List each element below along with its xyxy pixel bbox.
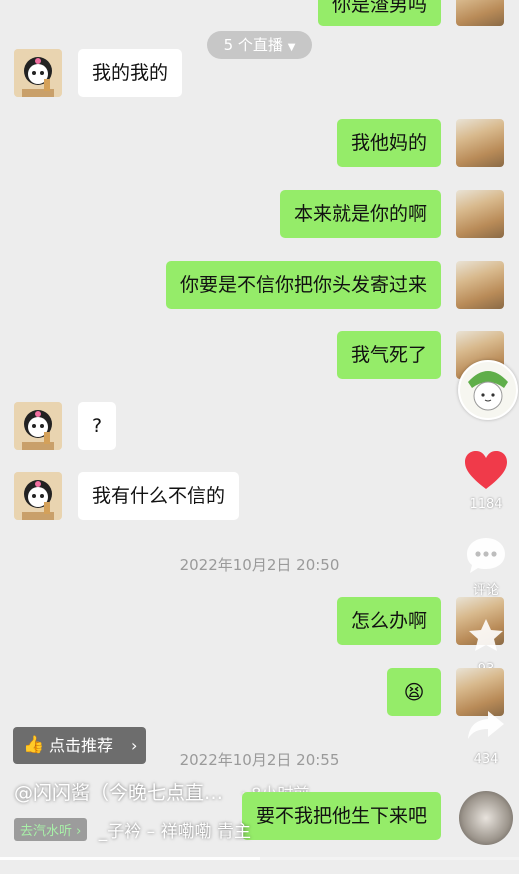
avatar-lion[interactable] xyxy=(456,190,504,238)
chevron-right-icon: › xyxy=(72,824,82,839)
progress-fill xyxy=(0,857,260,860)
avatar-kuromi[interactable] xyxy=(14,402,62,450)
message-text: 我他妈的 xyxy=(350,132,427,154)
message-text: 你是渣男吗 xyxy=(331,0,427,16)
avatar-lion[interactable] xyxy=(456,119,504,167)
music-tag[interactable]: 去汽水听 › xyxy=(14,818,88,841)
message-text: ? xyxy=(92,415,103,437)
comment-label: 评论 xyxy=(472,583,499,598)
caption-text: @闪闪酱（今晚七点直… xyxy=(14,782,224,804)
like-button[interactable] xyxy=(463,449,509,493)
favorite-button[interactable] xyxy=(466,616,506,656)
music-disc[interactable] xyxy=(459,791,513,845)
music-tag-label: 去汽水听 xyxy=(20,824,73,839)
like-count: 1184 xyxy=(469,497,503,512)
message-text: 本来就是你的啊 xyxy=(293,203,427,225)
share-button[interactable] xyxy=(466,705,506,745)
avatar-lion[interactable] xyxy=(456,261,504,309)
timestamp: 2022年10月2日 20:55 xyxy=(179,751,340,769)
message-bubble[interactable]: 本来就是你的啊 xyxy=(279,190,441,238)
message-bubble[interactable]: 我有什么不信的 xyxy=(78,472,240,520)
message-bubble[interactable]: 我气死了 xyxy=(336,331,441,379)
live-count-pill[interactable]: 5 个直播 ▼ xyxy=(207,31,312,59)
emoji-tired-face: 😫 xyxy=(403,680,425,704)
music-title: _子衿 – 祥嘞嘞 青主 xyxy=(98,822,251,842)
avatar-kuromi[interactable] xyxy=(14,49,62,97)
message-text: 你要是不信你把你头发寄过来 xyxy=(179,274,427,296)
message-text: 我有什么不信的 xyxy=(92,485,226,507)
message-text: 我的我的 xyxy=(92,62,169,84)
progress-bar[interactable] xyxy=(0,857,519,860)
message-bubble[interactable]: 你要是不信你把你头发寄过来 xyxy=(165,261,441,309)
message-bubble[interactable]: 我他妈的 xyxy=(336,119,441,167)
avatar-kuromi[interactable] xyxy=(14,472,62,520)
message-bubble[interactable]: 要不我把他生下来吧 xyxy=(241,792,441,840)
message-bubble[interactable]: 我的我的 xyxy=(78,49,183,97)
message-text: 怎么办啊 xyxy=(350,610,427,632)
creator-avatar[interactable] xyxy=(458,360,518,420)
music-bar[interactable]: 去汽水听 › _子衿 – 祥嘞嘞 青主 xyxy=(14,817,251,842)
star-icon xyxy=(469,619,503,651)
share-arrow-icon xyxy=(468,711,504,739)
message-text: 我气死了 xyxy=(350,344,427,366)
avatar-lion[interactable] xyxy=(456,0,504,26)
message-bubble-partial: 你是渣男吗 xyxy=(317,0,441,26)
live-count-label: 5 个直播 xyxy=(223,36,283,54)
message-text: 要不我把他生下来吧 xyxy=(255,805,427,827)
caret-down-icon: ▼ xyxy=(287,42,296,53)
message-bubble[interactable]: 怎么办啊 xyxy=(336,597,441,645)
heart-icon xyxy=(465,451,507,489)
timestamp: 2022年10月2日 20:50 xyxy=(179,556,340,574)
message-bubble[interactable]: ? xyxy=(78,402,117,450)
message-bubble[interactable]: 😫 xyxy=(387,668,441,716)
